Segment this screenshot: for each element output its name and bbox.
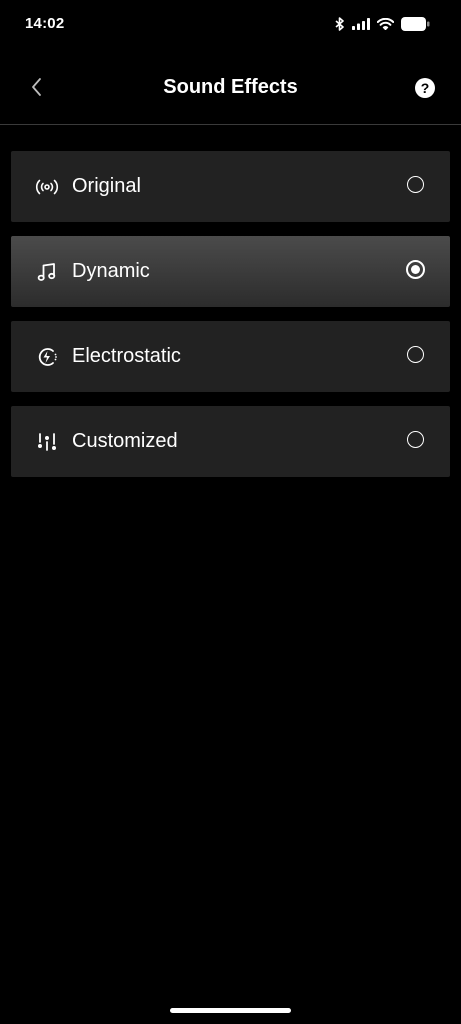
option-customized[interactable]: Customized [11, 406, 450, 477]
radio-button[interactable] [407, 176, 424, 193]
battery-icon [401, 17, 430, 31]
status-time: 14:02 [25, 15, 65, 32]
radio-button-selected[interactable] [406, 260, 425, 279]
sound-effects-list: Original Dynamic Electrostatic Customize… [11, 151, 450, 491]
radio-dot [411, 265, 420, 274]
help-button[interactable]: ? [415, 78, 435, 98]
nav-bar: Sound Effects ? [0, 58, 461, 120]
bluetooth-icon [335, 17, 345, 31]
question-icon: ? [420, 80, 430, 96]
option-original[interactable]: Original [11, 151, 450, 222]
option-label: Electrostatic [72, 345, 181, 367]
equalizer-icon [35, 430, 59, 454]
signal-icon [352, 18, 370, 30]
header-divider [0, 124, 461, 125]
option-label: Dynamic [72, 260, 150, 282]
option-label: Customized [72, 430, 178, 452]
option-dynamic[interactable]: Dynamic [11, 236, 450, 307]
radio-button[interactable] [407, 431, 424, 448]
status-icons [335, 15, 430, 33]
radio-button[interactable] [407, 346, 424, 363]
option-label: Original [72, 175, 141, 197]
status-bar: 14:02 [0, 0, 461, 48]
page-title: Sound Effects [163, 76, 298, 98]
lightning-icon [35, 345, 59, 369]
wifi-icon [377, 18, 394, 30]
option-electrostatic[interactable]: Electrostatic [11, 321, 450, 392]
home-indicator[interactable] [170, 1008, 291, 1013]
broadcast-icon [35, 175, 59, 199]
music-note-icon [35, 260, 59, 284]
